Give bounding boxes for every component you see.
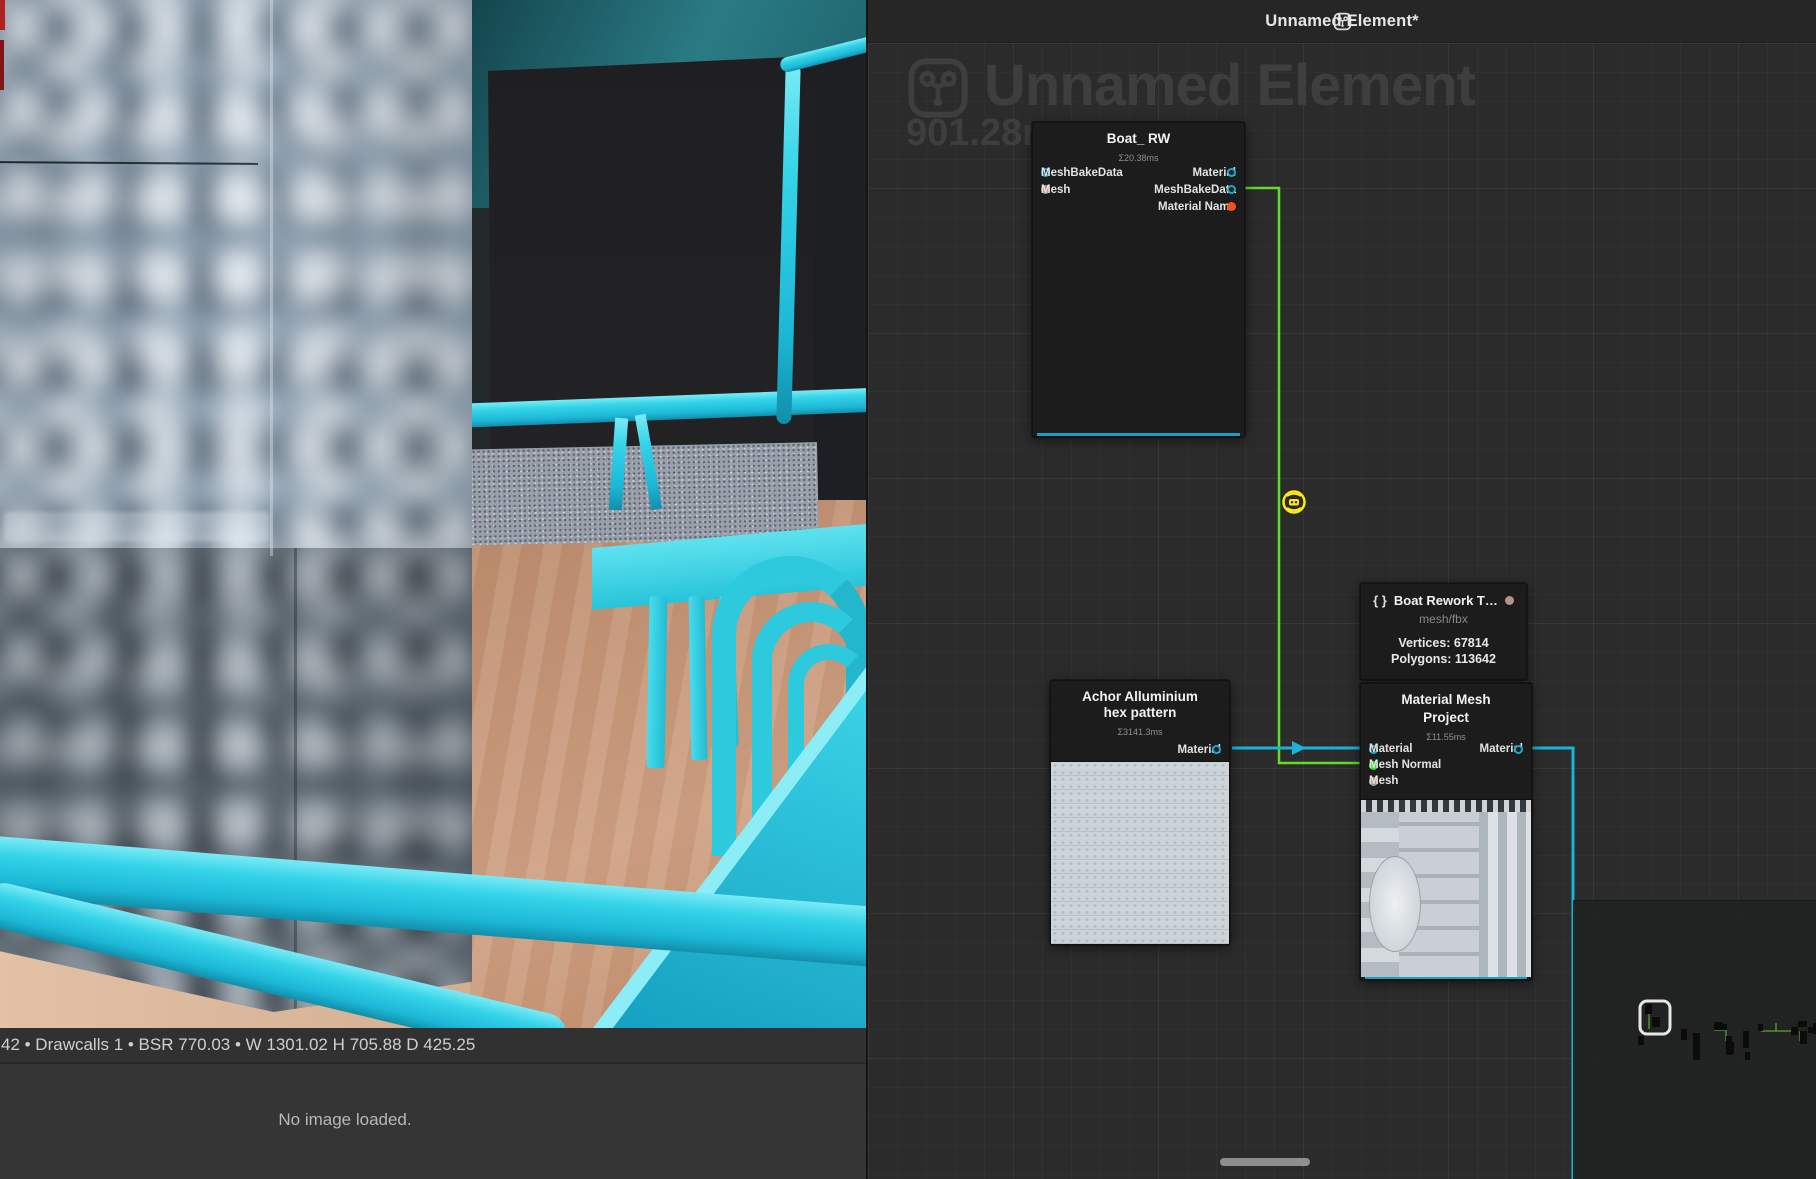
node-time: Σ20.38ms	[1033, 153, 1244, 163]
graph-header: Unnamed Element*	[868, 0, 1816, 43]
texture-atlas-preview	[1361, 799, 1531, 977]
watermark-title: Unnamed Element	[984, 52, 1475, 119]
braces-icon: { }	[1373, 593, 1387, 608]
node-boat-rw[interactable]: Boat_ RW Σ20.38ms MeshBakeData Mesh Mate…	[1032, 122, 1245, 437]
reroute-badge-icon	[1284, 492, 1305, 513]
no-image-message: No image loaded.	[0, 1110, 690, 1130]
output-port-meshbakedata[interactable]	[1227, 185, 1236, 194]
port-row: Material	[1051, 741, 1229, 758]
node-progress-accent	[1365, 977, 1527, 979]
file-format: mesh/fbx	[1361, 612, 1526, 626]
port-row: Mesh	[1361, 773, 1531, 789]
image-preview-panel: No image loaded.	[0, 1063, 866, 1179]
graph-minimap[interactable]	[1573, 900, 1816, 1179]
wire-meshbakedata-to-meshnormal	[1245, 188, 1368, 763]
output-port-mesh[interactable]	[1505, 596, 1514, 605]
node-boat-rework-file[interactable]: { } Boat Rework T… mesh/fbx Vertices: 67…	[1360, 583, 1527, 680]
concrete-strip	[451, 442, 819, 546]
node-title: Boat Rework T…	[1394, 593, 1498, 608]
port-label: MeshBakeData	[1154, 184, 1236, 196]
port-row: Material	[1361, 741, 1531, 757]
port-label: Mesh Normal	[1369, 759, 1441, 771]
node-title-line1: Achor Alluminium	[1051, 689, 1229, 705]
polygons-count: Polygons: 113642	[1361, 652, 1526, 666]
node-material-mesh-project[interactable]: Material Mesh Project Σ11.55ms Material …	[1360, 683, 1532, 980]
output-port-material[interactable]	[1227, 168, 1236, 177]
output-port-material[interactable]	[1514, 745, 1523, 754]
app-logo-icon	[906, 56, 970, 120]
element-title: Unnamed Element*	[1265, 12, 1419, 31]
viewport-3d[interactable]	[0, 0, 866, 1028]
node-title-line2: hex pattern	[1051, 705, 1229, 721]
port-label: Mesh	[1369, 775, 1398, 787]
node-graph-panel[interactable]: Unnamed Element 901.28m Boat_ RW Σ20.38m…	[866, 0, 1816, 1179]
port-label: Material Name	[1158, 201, 1236, 213]
wire-material-mmp-out	[1532, 748, 1573, 1179]
render-stats-text: 42 • Drawcalls 1 • BSR 770.03 • W 1301.0…	[1, 1035, 475, 1054]
app-window: 42 • Drawcalls 1 • BSR 770.03 • W 1301.0…	[0, 0, 1816, 1179]
node-title-line1: Material Mesh	[1361, 692, 1531, 708]
edge-artifact	[0, 0, 5, 30]
port-row: MeshBakeData	[1033, 181, 1244, 198]
output-port-material-name[interactable]	[1227, 202, 1236, 211]
vertices-count: Vertices: 67814	[1361, 636, 1526, 650]
viewport-status-bar: 42 • Drawcalls 1 • BSR 770.03 • W 1301.0…	[0, 1028, 866, 1062]
material-preview-hex-pattern	[1051, 761, 1229, 944]
node-title: Boat_ RW	[1033, 131, 1244, 147]
port-row: Material Name	[1033, 198, 1244, 215]
minimap-content	[1574, 901, 1816, 1179]
node-title-line2: Project	[1361, 710, 1531, 726]
node-achor-alluminium[interactable]: Achor Alluminium hex pattern Σ3141.3ms M…	[1050, 680, 1230, 945]
port-row: Mesh Normal	[1361, 757, 1531, 773]
horizontal-scrollbar[interactable]	[1220, 1158, 1310, 1166]
cyan-slat	[689, 596, 708, 760]
port-row: Material	[1033, 164, 1244, 181]
node-progress-accent	[1037, 433, 1240, 436]
edge-artifact	[0, 40, 4, 90]
cyan-slat	[647, 596, 668, 768]
node-time: Σ3141.3ms	[1051, 727, 1229, 737]
output-port-material[interactable]	[1212, 745, 1221, 754]
wire-arrowhead	[1292, 741, 1306, 755]
